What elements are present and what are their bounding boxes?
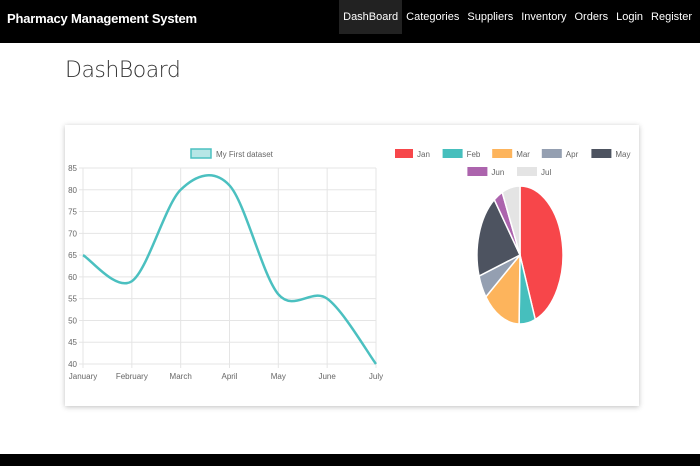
- x-tick-label: March: [170, 372, 192, 381]
- nav-menu: DashBoard Categories Suppliers Inventory…: [339, 0, 696, 34]
- y-tick-label: 65: [68, 251, 77, 260]
- legend-label: Feb: [467, 150, 481, 159]
- legend-swatch: [492, 149, 513, 158]
- x-tick-label: May: [271, 372, 286, 381]
- pie-chart: Jan Feb Mar Apr May Jun Jul: [395, 149, 631, 325]
- legend-swatch: [517, 167, 537, 176]
- y-tick-label: 70: [68, 229, 77, 238]
- y-tick-label: 75: [68, 208, 77, 217]
- y-tick-label: 50: [68, 316, 77, 325]
- legend-label: Jul: [541, 168, 551, 177]
- navbar: Pharmacy Management System DashBoard Cat…: [0, 0, 700, 43]
- footer: [0, 454, 700, 466]
- brand[interactable]: Pharmacy Management System: [7, 11, 197, 26]
- legend-label: May: [615, 150, 630, 159]
- x-tick-label: April: [221, 372, 237, 381]
- legend-swatch: [541, 149, 562, 158]
- nav-register[interactable]: Register: [647, 0, 696, 34]
- nav-inventory[interactable]: Inventory: [517, 0, 570, 34]
- legend-swatch: [442, 149, 463, 158]
- x-tick-label: January: [69, 372, 97, 381]
- legend-label: My First dataset: [216, 150, 274, 159]
- nav-orders[interactable]: Orders: [570, 0, 612, 34]
- y-tick-label: 80: [68, 186, 77, 195]
- y-tick-label: 40: [68, 360, 77, 369]
- page-title: DashBoard: [65, 58, 181, 83]
- legend-label: Jan: [417, 150, 430, 159]
- x-tick-label: February: [116, 372, 148, 381]
- nav-suppliers[interactable]: Suppliers: [463, 0, 517, 34]
- line-chart: 40 45 50 55 60 65 70 75 80 85 January February March…: [68, 148, 383, 381]
- legend-label: Jun: [491, 168, 504, 177]
- legend-swatch: [190, 148, 212, 159]
- x-tick-label: June: [318, 372, 336, 381]
- nav-categories[interactable]: Categories: [402, 0, 463, 34]
- y-tick-label: 55: [68, 295, 77, 304]
- y-tick-label: 60: [68, 273, 77, 282]
- y-tick-label: 85: [68, 164, 77, 173]
- nav-login[interactable]: Login: [612, 0, 647, 34]
- legend-swatch: [591, 149, 612, 158]
- legend-label: Mar: [516, 150, 530, 159]
- y-tick-label: 45: [68, 338, 77, 347]
- legend-label: Apr: [566, 150, 579, 159]
- legend-swatch: [395, 149, 413, 158]
- nav-dashboard[interactable]: DashBoard: [339, 0, 403, 34]
- legend-swatch: [467, 167, 488, 176]
- charts-card: 40 45 50 55 60 65 70 75 80 85 January February March…: [65, 125, 639, 406]
- x-tick-label: July: [369, 372, 383, 381]
